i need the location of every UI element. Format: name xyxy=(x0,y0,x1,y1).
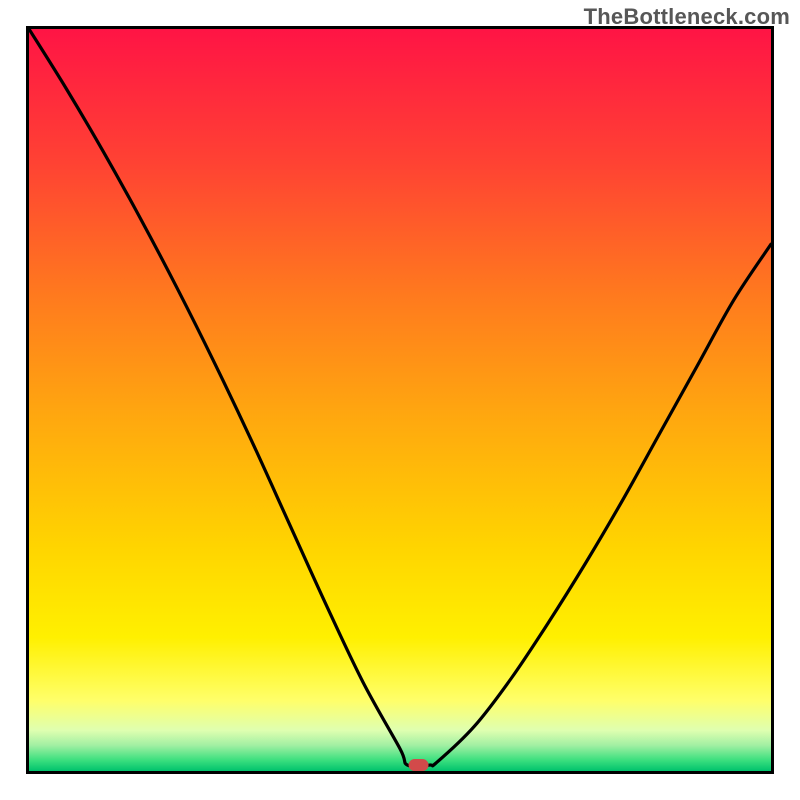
bottleneck-chart: TheBottleneck.com xyxy=(0,0,800,800)
watermark-text: TheBottleneck.com xyxy=(584,4,790,30)
optimum-marker xyxy=(409,759,429,771)
gradient-background xyxy=(29,29,771,771)
plot-area xyxy=(26,26,774,774)
chart-svg xyxy=(29,29,771,771)
